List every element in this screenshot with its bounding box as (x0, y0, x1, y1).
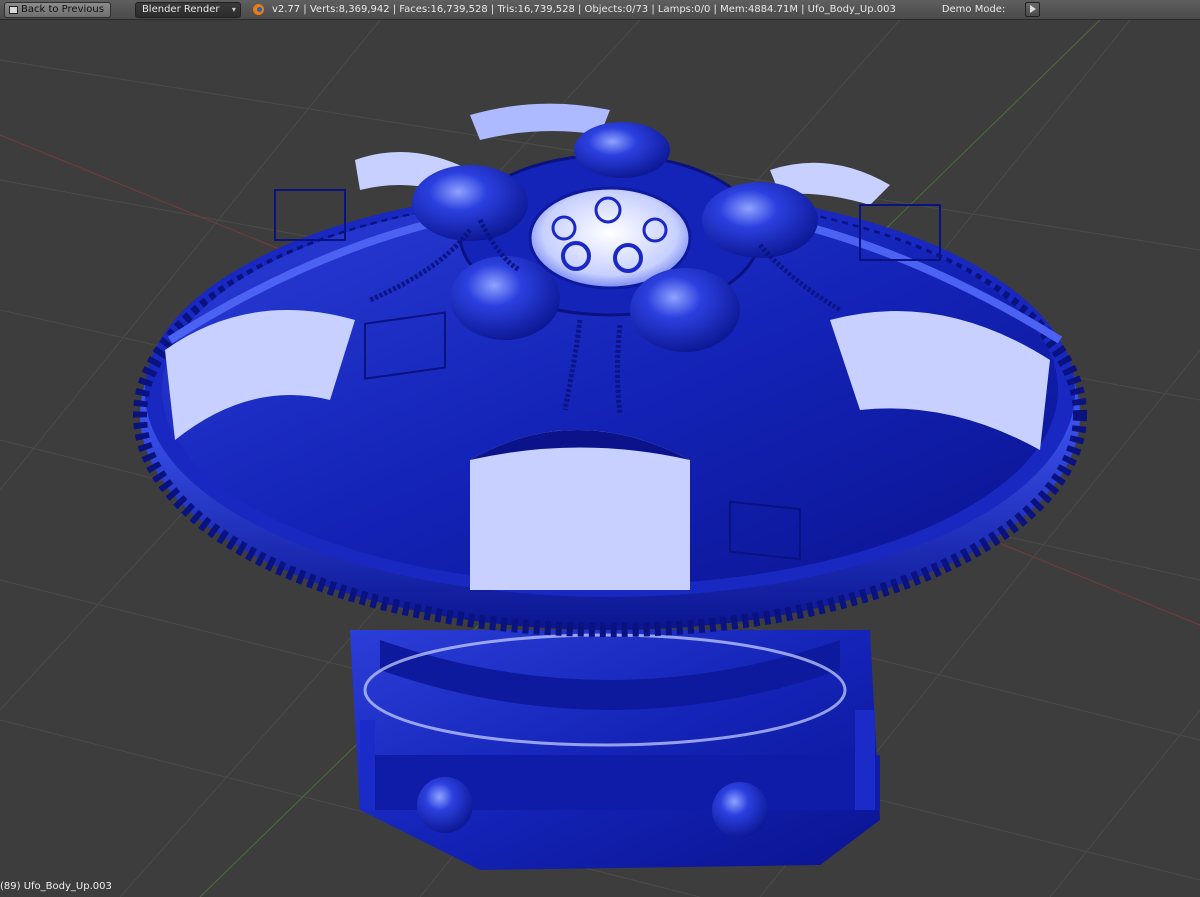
ufo-saucer (133, 103, 1087, 637)
back-icon (9, 5, 18, 14)
object-status-label: (89) Ufo_Body_Up.003 (0, 881, 112, 892)
ufo-base (350, 630, 880, 870)
demo-mode-label: Demo Mode: (941, 4, 1006, 15)
scene-stats: v2.77 | Verts:8,369,942 | Faces:16,739,5… (271, 4, 896, 15)
render-engine-label: Blender Render (141, 3, 220, 15)
blender-logo-icon (252, 4, 264, 15)
play-icon[interactable] (1025, 2, 1041, 17)
back-to-previous-button[interactable]: Back to Previous (4, 1, 111, 18)
dropdown-arrow-icon: ▾ (231, 4, 236, 14)
render-engine-select[interactable]: Blender Render ▾ (134, 1, 241, 18)
header-bar: Back to Previous Blender Render ▾ v2.77 … (0, 0, 1200, 20)
3d-viewport[interactable] (0, 20, 1200, 897)
back-to-previous-label: Back to Previous (21, 3, 104, 15)
